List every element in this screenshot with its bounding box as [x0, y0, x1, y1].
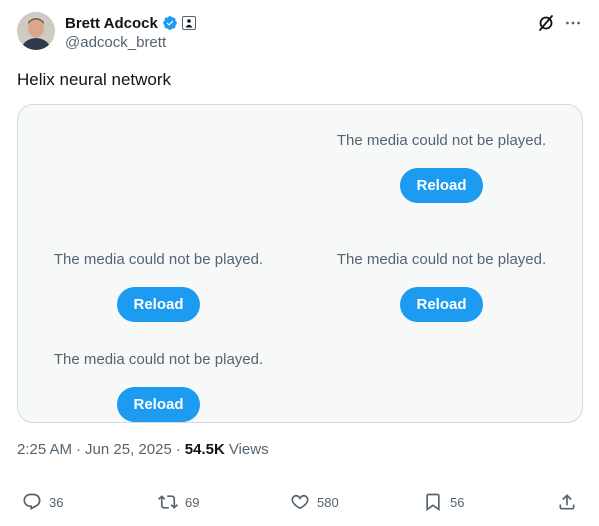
tweet-meta: 2:25 AM · Jun 25, 2025 · 54.5K Views: [17, 441, 269, 458]
reload-button[interactable]: Reload: [117, 387, 200, 422]
like-count: 580: [317, 494, 339, 510]
media-cell: The media could not be played. Reload: [301, 224, 582, 341]
reply-count: 36: [49, 494, 64, 510]
meta-separator: ·: [76, 441, 82, 458]
avatar[interactable]: [17, 12, 55, 50]
tweet-text: Helix neural network: [17, 70, 172, 89]
repost-icon: [158, 495, 178, 509]
reply-button[interactable]: 36: [22, 490, 63, 514]
repost-count: 69: [185, 494, 200, 510]
media-error-message: The media could not be played.: [336, 251, 547, 268]
verified-badge-icon[interactable]: [162, 15, 178, 31]
like-button[interactable]: 580: [290, 490, 339, 514]
reply-icon: [23, 493, 41, 511]
media-cell: The media could not be played. Reload: [301, 105, 582, 222]
media-cell: The media could not be played. Reload: [18, 343, 299, 422]
affiliate-badge-icon[interactable]: [181, 16, 196, 30]
share-icon: [559, 494, 575, 510]
media-cell: The media could not be played. Reload: [18, 224, 299, 341]
media-error-message: The media could not be played.: [53, 251, 264, 268]
reload-button[interactable]: Reload: [400, 168, 483, 203]
avatar-image: [17, 12, 55, 50]
reload-button[interactable]: Reload: [117, 287, 200, 322]
tweet-time[interactable]: 2:25 AM: [17, 441, 72, 458]
grok-icon[interactable]: [536, 13, 556, 33]
tweet-date[interactable]: Jun 25, 2025: [85, 441, 172, 458]
bookmark-icon: [426, 493, 440, 512]
tweet: Brett Adcock @adcock_brett Helix neural: [0, 0, 599, 526]
media-grid: The media could not be played. Reload Th…: [17, 104, 583, 423]
author-handle[interactable]: @adcock_brett: [65, 34, 166, 51]
repost-button[interactable]: 69: [158, 490, 199, 514]
bookmark-button[interactable]: 56: [423, 490, 464, 514]
reload-button[interactable]: Reload: [400, 287, 483, 322]
share-button[interactable]: [557, 490, 577, 514]
author-name-row: Brett Adcock: [65, 13, 196, 33]
action-bar: 36 69 580 56: [0, 490, 599, 514]
views-count: 54.5K: [184, 441, 225, 458]
author-display-name[interactable]: Brett Adcock: [65, 15, 158, 32]
more-icon[interactable]: [562, 12, 584, 34]
views-label: Views: [228, 441, 269, 458]
heart-icon: [291, 494, 309, 510]
meta-separator: ·: [175, 441, 181, 458]
bookmark-count: 56: [450, 494, 465, 510]
media-error-message: The media could not be played.: [53, 351, 264, 368]
media-error-message: The media could not be played.: [336, 132, 547, 149]
